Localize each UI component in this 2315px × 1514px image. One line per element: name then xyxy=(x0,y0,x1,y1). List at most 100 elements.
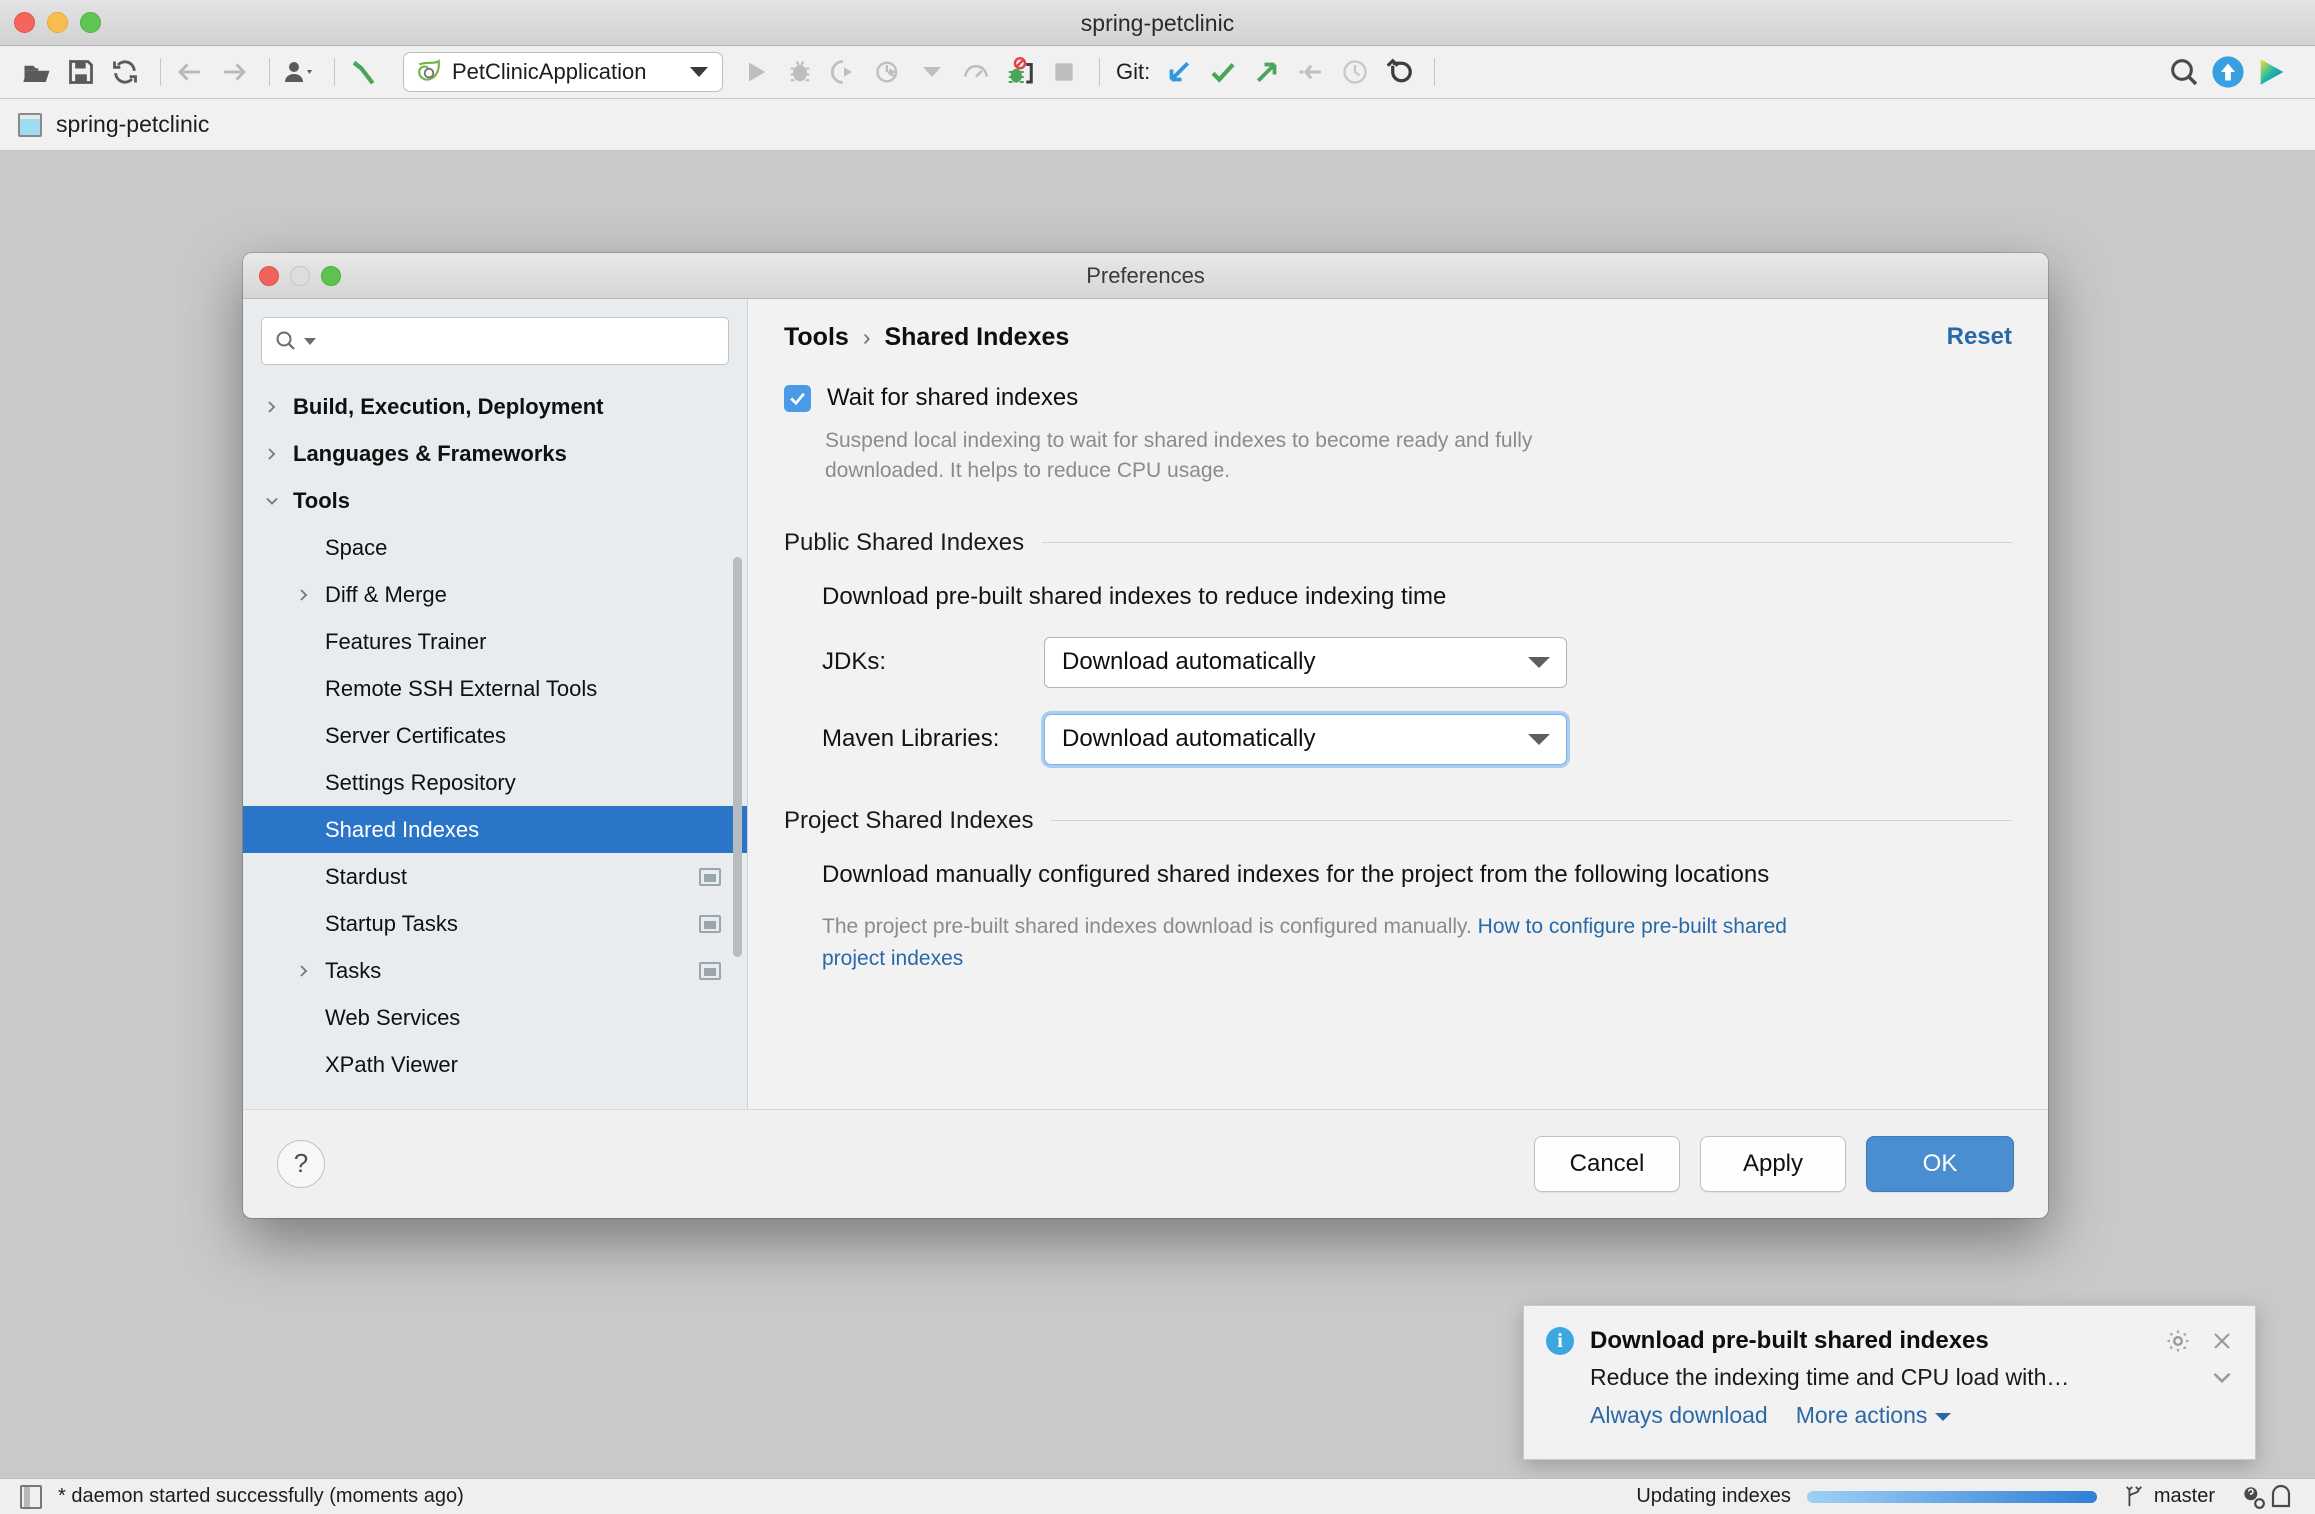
maven-libraries-value: Download automatically xyxy=(1062,725,1315,753)
sidebar-item-languages-frameworks[interactable]: Languages & Frameworks xyxy=(243,430,747,477)
chevron-down-icon[interactable] xyxy=(2207,1362,2237,1392)
cancel-button[interactable]: Cancel xyxy=(1534,1136,1680,1192)
sidebar-item-label: XPath Viewer xyxy=(325,1052,458,1078)
toolbar-separator xyxy=(334,58,335,86)
sidebar-item-label: Tools xyxy=(293,488,350,514)
project-note-text: The project pre-built shared indexes dow… xyxy=(822,915,1478,938)
inspections-icon[interactable] xyxy=(2239,1483,2267,1511)
search-input[interactable] xyxy=(322,329,716,353)
project-shared-indexes-section: Project Shared Indexes Download manually… xyxy=(784,807,2012,976)
stop-bug-icon[interactable] xyxy=(1001,53,1039,91)
chevron-down-icon[interactable] xyxy=(1935,1413,1951,1421)
tool-window-toggle-icon[interactable] xyxy=(20,1485,42,1509)
chevron-right-icon[interactable] xyxy=(261,396,283,418)
wait-for-shared-indexes-checkbox[interactable] xyxy=(784,385,811,412)
close-icon[interactable] xyxy=(2207,1326,2237,1356)
sidebar-item-space[interactable]: Space xyxy=(243,524,747,571)
sidebar-item-remote-ssh-external-tools[interactable]: Remote SSH External Tools xyxy=(243,665,747,712)
search-filter-caret-icon[interactable] xyxy=(304,338,316,345)
chevron-down-icon[interactable] xyxy=(913,53,951,91)
chevron-right-icon[interactable] xyxy=(293,960,315,982)
content-breadcrumb: Tools › Shared Indexes xyxy=(784,323,1069,352)
chevron-down-icon[interactable] xyxy=(1528,734,1550,745)
breadcrumb-separator-icon: › xyxy=(863,324,871,351)
stop-icon[interactable] xyxy=(1045,53,1083,91)
breadcrumb-project-name[interactable]: spring-petclinic xyxy=(56,111,209,138)
history-icon[interactable] xyxy=(1336,53,1374,91)
sidebar-item-build-execution-deployment[interactable]: Build, Execution, Deployment xyxy=(243,383,747,430)
chevron-down-icon[interactable] xyxy=(261,490,283,512)
dialog-close-button[interactable] xyxy=(259,266,279,286)
user-icon[interactable] xyxy=(280,53,318,91)
search-box[interactable] xyxy=(261,317,729,365)
check-icon xyxy=(788,389,807,408)
sidebar-item-startup-tasks[interactable]: Startup Tasks xyxy=(243,900,747,947)
push-icon[interactable] xyxy=(1248,53,1286,91)
run-with-coverage-icon[interactable] xyxy=(825,53,863,91)
save-icon[interactable] xyxy=(62,53,100,91)
sidebar-item-server-certificates[interactable]: Server Certificates xyxy=(243,712,747,759)
sidebar-item-stardust[interactable]: Stardust xyxy=(243,853,747,900)
tree-spacer xyxy=(293,1007,315,1029)
help-button[interactable]: ? xyxy=(277,1140,325,1188)
section-divider xyxy=(1051,820,2012,821)
jdks-value: Download automatically xyxy=(1062,648,1315,676)
tree-spacer xyxy=(293,537,315,559)
public-section-description: Download pre-built shared indexes to red… xyxy=(822,583,2012,611)
sync-icon[interactable] xyxy=(106,53,144,91)
project-section-description: Download manually configured shared inde… xyxy=(822,861,2012,889)
sidebar-scrollbar[interactable] xyxy=(733,557,742,957)
ok-button[interactable]: OK xyxy=(1866,1136,2014,1192)
chevron-right-icon[interactable] xyxy=(261,443,283,465)
commit-icon[interactable] xyxy=(1204,53,1242,91)
sidebar-item-tasks[interactable]: Tasks xyxy=(243,947,747,994)
update-available-icon[interactable] xyxy=(2209,53,2247,91)
sidebar-item-label: Settings Repository xyxy=(325,770,516,796)
sidebar-item-xpath-viewer[interactable]: XPath Viewer xyxy=(243,1041,747,1088)
toolbar-separator xyxy=(269,58,270,86)
search-icon xyxy=(274,329,298,353)
sidebar-item-tools[interactable]: Tools xyxy=(243,477,747,524)
gauge-icon[interactable] xyxy=(957,53,995,91)
sidebar-item-label: Shared Indexes xyxy=(325,817,479,843)
sidebar-item-features-trainer[interactable]: Features Trainer xyxy=(243,618,747,665)
dialog-title-bar: Preferences xyxy=(243,253,2048,299)
dialog-title: Preferences xyxy=(243,253,2048,299)
open-folder-icon[interactable] xyxy=(18,53,56,91)
forward-arrow-icon[interactable] xyxy=(215,53,253,91)
build-hammer-icon[interactable] xyxy=(345,53,383,91)
sidebar-item-diff-merge[interactable]: Diff & Merge xyxy=(243,571,747,618)
debug-icon[interactable] xyxy=(781,53,819,91)
sidebar-item-settings-repository[interactable]: Settings Repository xyxy=(243,759,747,806)
reset-link[interactable]: Reset xyxy=(1947,323,2012,351)
maven-libraries-combobox[interactable]: Download automatically xyxy=(1044,714,1567,765)
sidebar-item-web-services[interactable]: Web Services xyxy=(243,994,747,1041)
chevron-right-icon[interactable] xyxy=(293,584,315,606)
chevron-down-icon[interactable] xyxy=(690,67,708,77)
settings-tree: Build, Execution, DeploymentLanguages & … xyxy=(243,375,747,1088)
toolbox-icon[interactable] xyxy=(2253,53,2291,91)
rollback-icon[interactable] xyxy=(1380,53,1418,91)
breadcrumb-parent[interactable]: Tools xyxy=(784,323,849,352)
dialog-zoom-button[interactable] xyxy=(321,266,341,286)
progress-label: Updating indexes xyxy=(1636,1485,1791,1508)
more-actions-link[interactable]: More actions xyxy=(1796,1402,1952,1429)
notifications-icon[interactable] xyxy=(2267,1483,2295,1511)
run-configuration-selector[interactable]: PetClinicApplication xyxy=(403,52,723,92)
profile-icon[interactable] xyxy=(869,53,907,91)
back-arrow-icon[interactable] xyxy=(171,53,209,91)
run-icon[interactable] xyxy=(737,53,775,91)
search-everywhere-icon[interactable] xyxy=(2165,53,2203,91)
rebase-icon[interactable] xyxy=(1292,53,1330,91)
sidebar-item-shared-indexes[interactable]: Shared Indexes xyxy=(243,806,747,853)
update-project-icon[interactable] xyxy=(1160,53,1198,91)
apply-button[interactable]: Apply xyxy=(1700,1136,1846,1192)
search-wrapper xyxy=(243,299,747,375)
wait-for-shared-indexes-row[interactable]: Wait for shared indexes xyxy=(784,384,2012,412)
sidebar-item-label: Remote SSH External Tools xyxy=(325,676,597,702)
git-branch-widget[interactable]: master xyxy=(2123,1484,2215,1510)
jdks-combobox[interactable]: Download automatically xyxy=(1044,637,1567,688)
always-download-link[interactable]: Always download xyxy=(1590,1402,1768,1429)
gear-icon[interactable] xyxy=(2163,1326,2193,1356)
chevron-down-icon[interactable] xyxy=(1528,657,1550,668)
